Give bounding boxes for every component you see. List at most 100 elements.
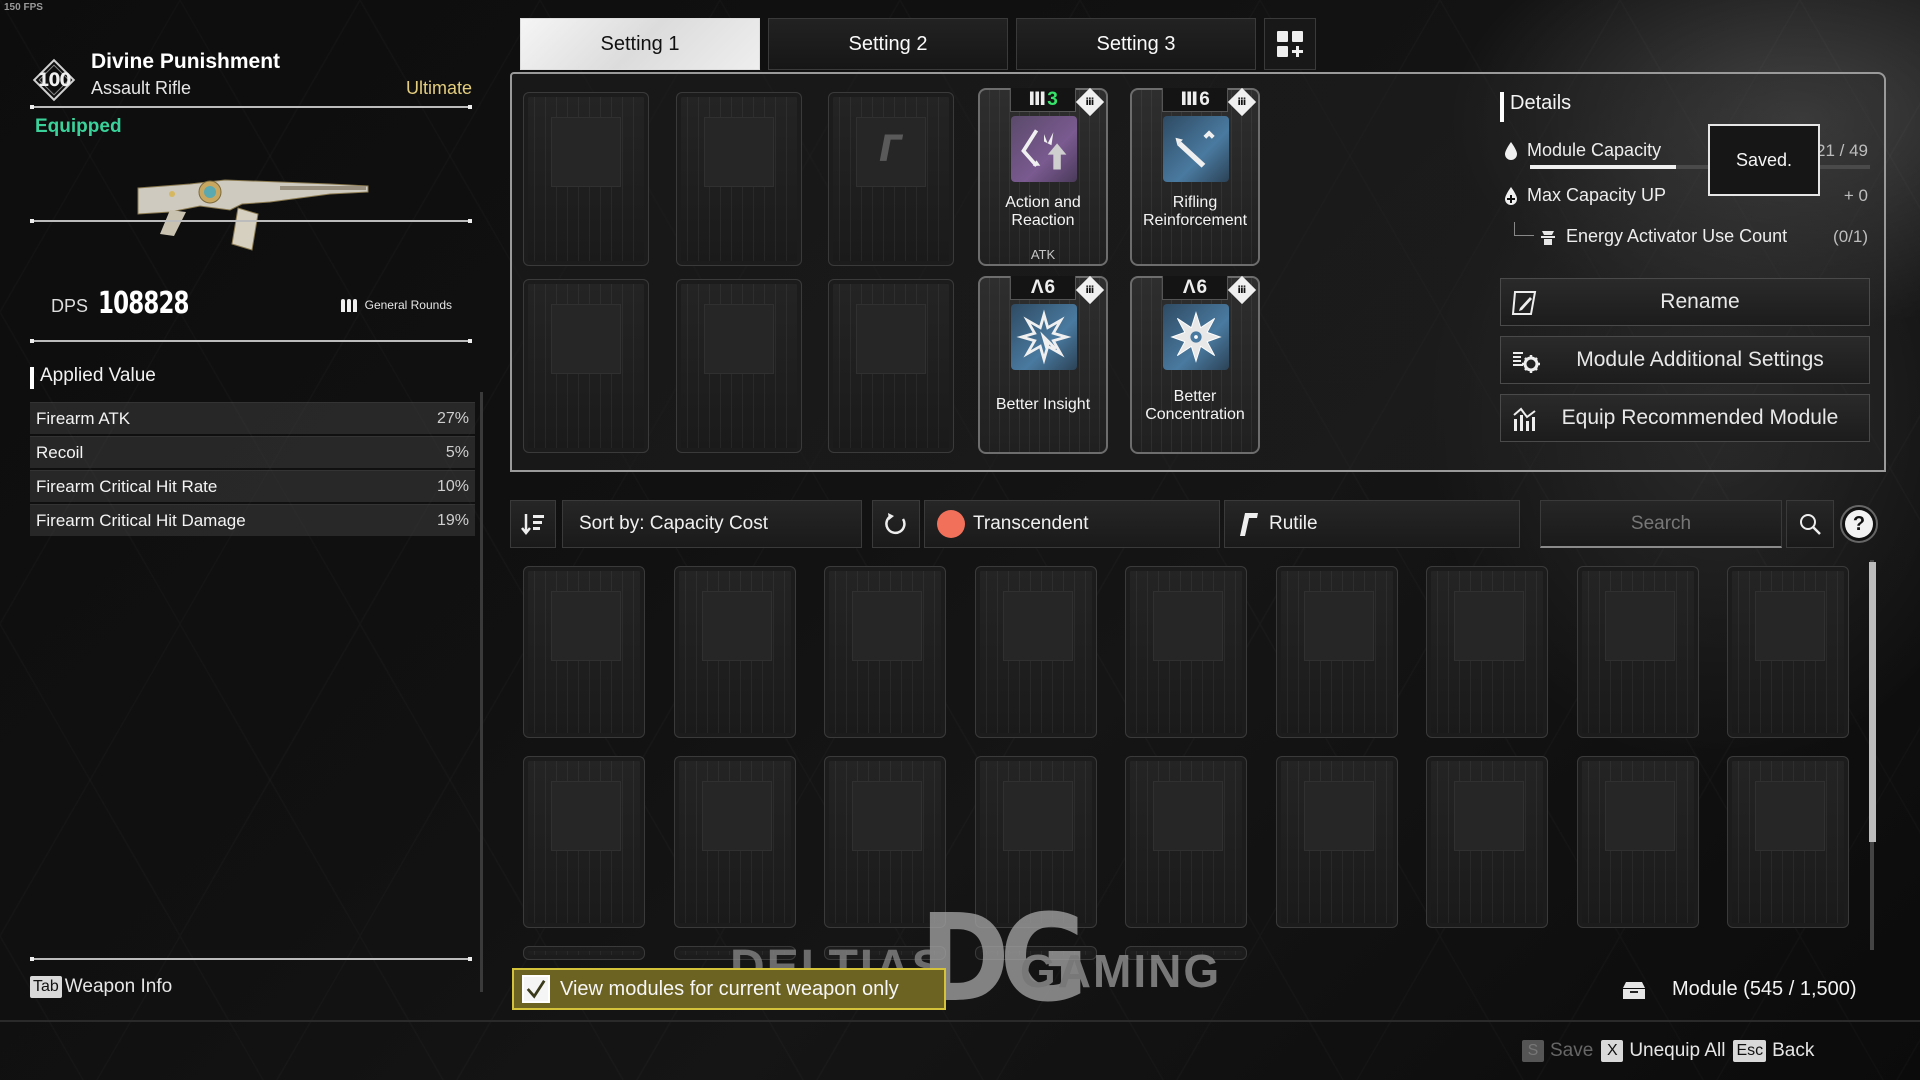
module-gear-icon xyxy=(1513,352,1540,373)
inventory-module-slot[interactable] xyxy=(974,756,1097,928)
weapon-info-button[interactable]: Tab Weapon Info xyxy=(30,976,172,998)
module-count-label: Module (545 / 1,500) xyxy=(1672,978,1857,1000)
empty-module-slot[interactable] xyxy=(523,279,649,453)
inventory-module-slot[interactable] xyxy=(824,946,946,960)
save-hint[interactable]: S Save xyxy=(1522,1040,1593,1062)
tab-setting-1[interactable]: Setting 1 xyxy=(520,18,760,70)
inventory-module-slot[interactable] xyxy=(824,566,946,738)
inventory-module-slot[interactable] xyxy=(1275,756,1398,928)
rutile-socket-icon xyxy=(1240,513,1258,536)
module-art xyxy=(1163,304,1229,370)
stat-name: Firearm Critical Hit Damage xyxy=(36,510,246,530)
inventory-module-slot[interactable] xyxy=(1125,946,1247,960)
module-art xyxy=(1011,116,1077,182)
back-hint[interactable]: Esc Back xyxy=(1733,1040,1814,1062)
equipped-module[interactable]: Λ 6 ⅲ Better Insight xyxy=(978,275,1108,454)
weapon-image xyxy=(137,179,369,251)
weapon-name: Divine Punishment xyxy=(91,50,281,73)
checkbox[interactable] xyxy=(522,975,550,1003)
empty-module-slot[interactable] xyxy=(828,279,954,453)
socket-filter[interactable]: Rutile xyxy=(1224,500,1520,548)
back-label: Back xyxy=(1772,1040,1815,1061)
empty-module-slot[interactable] xyxy=(523,92,649,266)
stat-name: Recoil xyxy=(36,442,84,462)
rarity-filter[interactable]: Transcendent xyxy=(924,500,1220,548)
key-hint: Esc xyxy=(1733,1040,1767,1062)
help-button[interactable]: ? xyxy=(1840,505,1878,543)
inventory-module-slot[interactable] xyxy=(1275,566,1398,738)
edit-document-icon xyxy=(1511,291,1537,315)
bullet-upgrade-icon xyxy=(1175,130,1215,168)
equipped-module[interactable]: Ⅲ 6 ⅲ Rifling Reinforcement xyxy=(1130,87,1260,266)
capacity-cost: Λ 6 xyxy=(1010,276,1076,300)
inventory-module-slot[interactable] xyxy=(1727,566,1849,738)
inventory-module-slot[interactable] xyxy=(974,946,1097,960)
inventory-module-slot[interactable] xyxy=(1426,756,1548,928)
rename-button[interactable]: Rename xyxy=(1500,278,1870,326)
tab-setting-2[interactable]: Setting 2 xyxy=(768,18,1008,70)
empty-module-slot-rutile[interactable]: ᒥ xyxy=(828,92,954,266)
equipped-module[interactable]: Λ 6 ⅲ Better Concentration xyxy=(1130,275,1260,454)
inventory-module-slot[interactable] xyxy=(673,566,796,738)
inventory-module-slot[interactable] xyxy=(673,946,796,960)
view-current-weapon-only-toggle[interactable]: View modules for current weapon only xyxy=(512,968,946,1010)
module-capacity-row: Module Capacity xyxy=(1503,140,1661,161)
stat-value: 10% xyxy=(436,477,469,495)
dps-value: 108828 xyxy=(98,286,190,321)
module-name: Better Concentration xyxy=(1145,388,1245,423)
inventory-scrollbar-thumb[interactable] xyxy=(1869,562,1876,842)
reset-filters-button[interactable] xyxy=(872,500,920,548)
inventory-module-slot[interactable] xyxy=(1727,756,1849,928)
stat-value: 5% xyxy=(445,443,469,461)
inventory-module-slot[interactable] xyxy=(974,566,1097,738)
empty-module-slot[interactable] xyxy=(676,279,802,453)
weapon-type: Assault Rifle xyxy=(91,78,192,98)
max-capacity-label: Max Capacity UP xyxy=(1527,185,1667,205)
inventory-module-slot[interactable] xyxy=(1426,566,1548,738)
sort-dropdown[interactable]: Sort by: Capacity Cost xyxy=(562,500,862,548)
search-input[interactable]: Search xyxy=(1540,500,1782,548)
inventory-module-slot[interactable] xyxy=(824,756,946,928)
tab-setting-3[interactable]: Setting 3 xyxy=(1016,18,1256,70)
cost-value: 3 xyxy=(1047,88,1058,110)
module-additional-settings-button[interactable]: Module Additional Settings xyxy=(1500,336,1870,384)
equip-recommended-module-button[interactable]: Equip Recommended Module xyxy=(1500,394,1870,442)
module-name: Action and Reaction xyxy=(1005,194,1081,229)
equipped-module[interactable]: Ⅲ 3 ⅲ Action and Reaction ATK xyxy=(978,87,1108,266)
module-additional-settings-label: Module Additional Settings xyxy=(1576,348,1824,371)
module-capacity-fill xyxy=(1530,165,1677,169)
inventory-module-slot[interactable] xyxy=(523,756,645,928)
applied-value-scrollbar[interactable] xyxy=(480,392,483,992)
inventory-module-slot[interactable] xyxy=(523,946,645,960)
unequip-all-hint[interactable]: X Unequip All xyxy=(1601,1040,1725,1062)
module-tag: ATK xyxy=(1030,247,1056,262)
save-label: Save xyxy=(1550,1040,1594,1061)
inventory-module-slot[interactable] xyxy=(523,566,645,738)
add-setting-button[interactable] xyxy=(1264,18,1316,70)
divider xyxy=(30,105,472,109)
weapon-tier: Ultimate xyxy=(405,78,472,98)
socket-type-icon: ⅲ xyxy=(1227,87,1257,117)
socket-type-icon: ⅲ xyxy=(1075,275,1105,305)
inventory-module-slot[interactable] xyxy=(1125,566,1247,738)
weapon-panel: 100 Divine Punishment Assault Rifle Ulti… xyxy=(30,40,483,1020)
setting-tabs: Setting 1 Setting 2 Setting 3 xyxy=(520,18,1316,70)
stat-row: Firearm Critical Hit Damage 19% xyxy=(30,504,475,536)
inventory-module-slot[interactable] xyxy=(673,756,796,928)
empty-module-slot[interactable] xyxy=(676,92,802,266)
equip-recommended-module-label: Equip Recommended Module xyxy=(1561,406,1839,429)
cost-value: 6 xyxy=(1044,276,1056,298)
search-placeholder: Search xyxy=(1630,512,1692,534)
sort-descending-icon xyxy=(521,514,544,536)
inventory-module-slot[interactable] xyxy=(1125,756,1247,928)
ammo-type: General Rounds xyxy=(340,298,452,312)
sort-direction-button[interactable] xyxy=(510,500,556,548)
capacity-drop-icon xyxy=(1505,141,1517,160)
divider xyxy=(30,957,472,961)
key-hint: S xyxy=(1522,1040,1544,1062)
inventory-module-slot[interactable] xyxy=(1576,566,1699,738)
capacity-cost: Λ 6 xyxy=(1162,276,1228,300)
search-button[interactable] xyxy=(1786,500,1834,548)
inventory-module-slot[interactable] xyxy=(1576,756,1699,928)
applied-value-title: Applied Value xyxy=(30,365,156,389)
